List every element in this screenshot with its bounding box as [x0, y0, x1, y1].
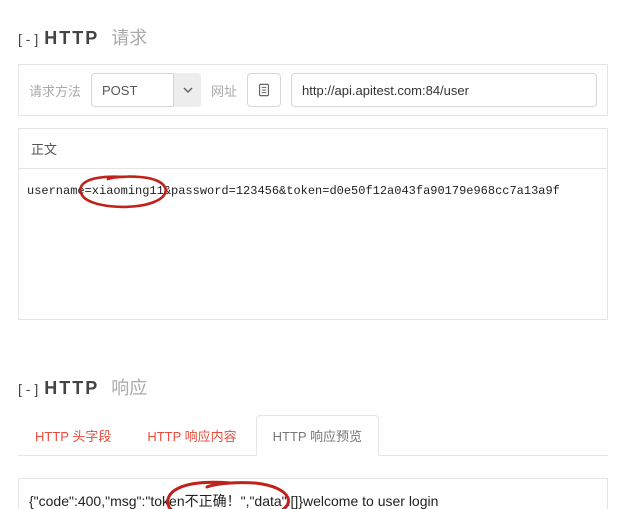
response-tabs: HTTP 头字段 HTTP 响应内容 HTTP 响应预览: [18, 414, 608, 456]
request-controls: 请求方法 网址: [18, 64, 608, 116]
document-icon: [247, 73, 281, 107]
collapse-toggle[interactable]: [ - ]: [18, 381, 38, 397]
method-label: 请求方法: [29, 81, 81, 100]
url-input[interactable]: [291, 73, 597, 107]
body-content[interactable]: username=xiaoming11&password=123456&toke…: [27, 183, 599, 200]
method-select[interactable]: [91, 73, 201, 107]
request-section-header: [ - ] HTTP 请求: [18, 24, 608, 50]
tab-content[interactable]: HTTP 响应内容: [130, 415, 253, 456]
section-title: HTTP: [44, 28, 99, 49]
response-section-header: [ - ] HTTP 响应: [18, 374, 608, 400]
request-body-panel: 正文 username=xiaoming11&password=123456&t…: [18, 128, 608, 320]
tab-preview[interactable]: HTTP 响应预览: [256, 415, 379, 456]
response-preview-panel: {"code":400,"msg":"token不正确！","data":[]}…: [18, 478, 608, 509]
tab-headers[interactable]: HTTP 头字段: [18, 415, 128, 456]
section-title: HTTP: [44, 378, 99, 399]
url-label: 网址: [211, 81, 237, 100]
body-heading: 正文: [19, 129, 607, 169]
section-subtitle: 请求: [111, 24, 147, 50]
response-preview-text: {"code":400,"msg":"token不正确！","data":[]}…: [29, 491, 597, 509]
chevron-down-icon[interactable]: [173, 73, 201, 107]
collapse-toggle[interactable]: [ - ]: [18, 31, 38, 47]
section-subtitle: 响应: [111, 374, 147, 400]
